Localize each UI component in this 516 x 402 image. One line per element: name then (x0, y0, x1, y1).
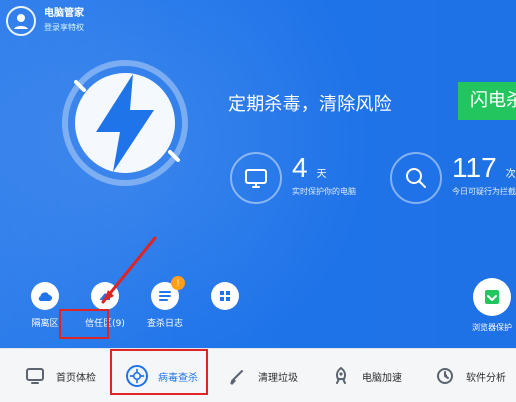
hero-slogan: 定期杀毒，清除风险 (228, 94, 392, 115)
trust-zone-highlight (59, 309, 109, 339)
app-window: 电脑管家 登录享特权 定期杀毒，清除风险 闪电杀 4 天 实时保护你的电脑 11… (0, 0, 516, 402)
quick-tool-scan-log[interactable]: ! 查杀日志 (144, 276, 186, 329)
title-block: 电脑管家 登录享特权 (44, 7, 84, 35)
stat1-text: 4 天 实时保护你的电脑 (292, 154, 356, 197)
scan-log-label: 查杀日志 (146, 319, 183, 329)
stat1-desc: 实时保护你的电脑 (292, 187, 356, 196)
nav-home-check[interactable]: 首页体检 (0, 349, 102, 402)
windows-button[interactable] (211, 282, 239, 310)
virus-scan-highlight (110, 349, 208, 395)
monitor-icon (245, 169, 267, 188)
nav-speedup-label: 电脑加速 (362, 372, 402, 384)
browser-shield-icon (485, 290, 499, 304)
user-avatar[interactable] (6, 6, 36, 36)
rocket-icon (336, 366, 346, 384)
stat1-unit: 天 (316, 169, 327, 180)
scan-log-button[interactable]: ! (151, 276, 185, 310)
stat-blocks-today: 117 次 今日可疑行为拦截 (390, 152, 516, 204)
browser-protection-button[interactable] (473, 278, 511, 316)
stat2-text: 117 次 今日可疑行为拦截 (452, 154, 516, 197)
quarantine-label: 隔离区 (31, 319, 59, 329)
software-icon (437, 368, 453, 384)
trust-zone-button[interactable] (91, 282, 119, 310)
log-icon (159, 291, 171, 301)
stat2-unit: 次 (505, 169, 516, 180)
lightning-logo (62, 60, 188, 186)
quick-tools: 隔离区 信任区(9) ! 查杀日志 (24, 276, 246, 329)
monitor-stat-icon (230, 152, 282, 204)
stat1-value-row: 4 天 (292, 154, 356, 182)
trust-hand-icon (100, 292, 110, 300)
stat2-value: 117 (452, 152, 497, 183)
nav-software-analysis-label: 软件分析 (466, 372, 506, 384)
broom-icon (230, 370, 243, 385)
stat1-value: 4 (292, 152, 308, 183)
user-icon (14, 14, 28, 29)
nav-software-analysis[interactable]: 软件分析 (410, 349, 516, 402)
quarantine-button[interactable] (31, 282, 59, 310)
windows-icon (220, 291, 230, 301)
browser-protection-label: 浏览器保护 (472, 323, 512, 332)
stat2-desc: 今日可疑行为拦截 (452, 187, 516, 196)
nav-home-check-label: 首页体检 (56, 372, 96, 384)
nav-cleanup-label: 清理垃圾 (258, 372, 298, 384)
browser-protection[interactable]: 浏览器保护 (468, 278, 516, 333)
nav-speedup[interactable]: 电脑加速 (306, 349, 410, 402)
monitor-icon (26, 368, 44, 384)
cloud-icon (38, 292, 52, 302)
magnifier-icon (406, 168, 426, 188)
stat2-value-row: 117 次 (452, 154, 516, 182)
top-bar: 电脑管家 登录享特权 (6, 6, 84, 36)
quick-tool-windows[interactable] (204, 282, 246, 329)
flash-scan-button[interactable]: 闪电杀 (458, 82, 516, 120)
app-title: 电脑管家 (44, 8, 84, 19)
login-link[interactable]: 登录享特权 (44, 21, 84, 35)
search-stat-icon (390, 152, 442, 204)
scan-log-badge: ! (171, 276, 185, 290)
stat-protection-days: 4 天 实时保护你的电脑 (230, 152, 356, 204)
nav-cleanup[interactable]: 清理垃圾 (202, 349, 306, 402)
bottom-nav: 首页体检 病毒查杀 清理垃圾 电脑加速 软件分析 (0, 348, 516, 402)
